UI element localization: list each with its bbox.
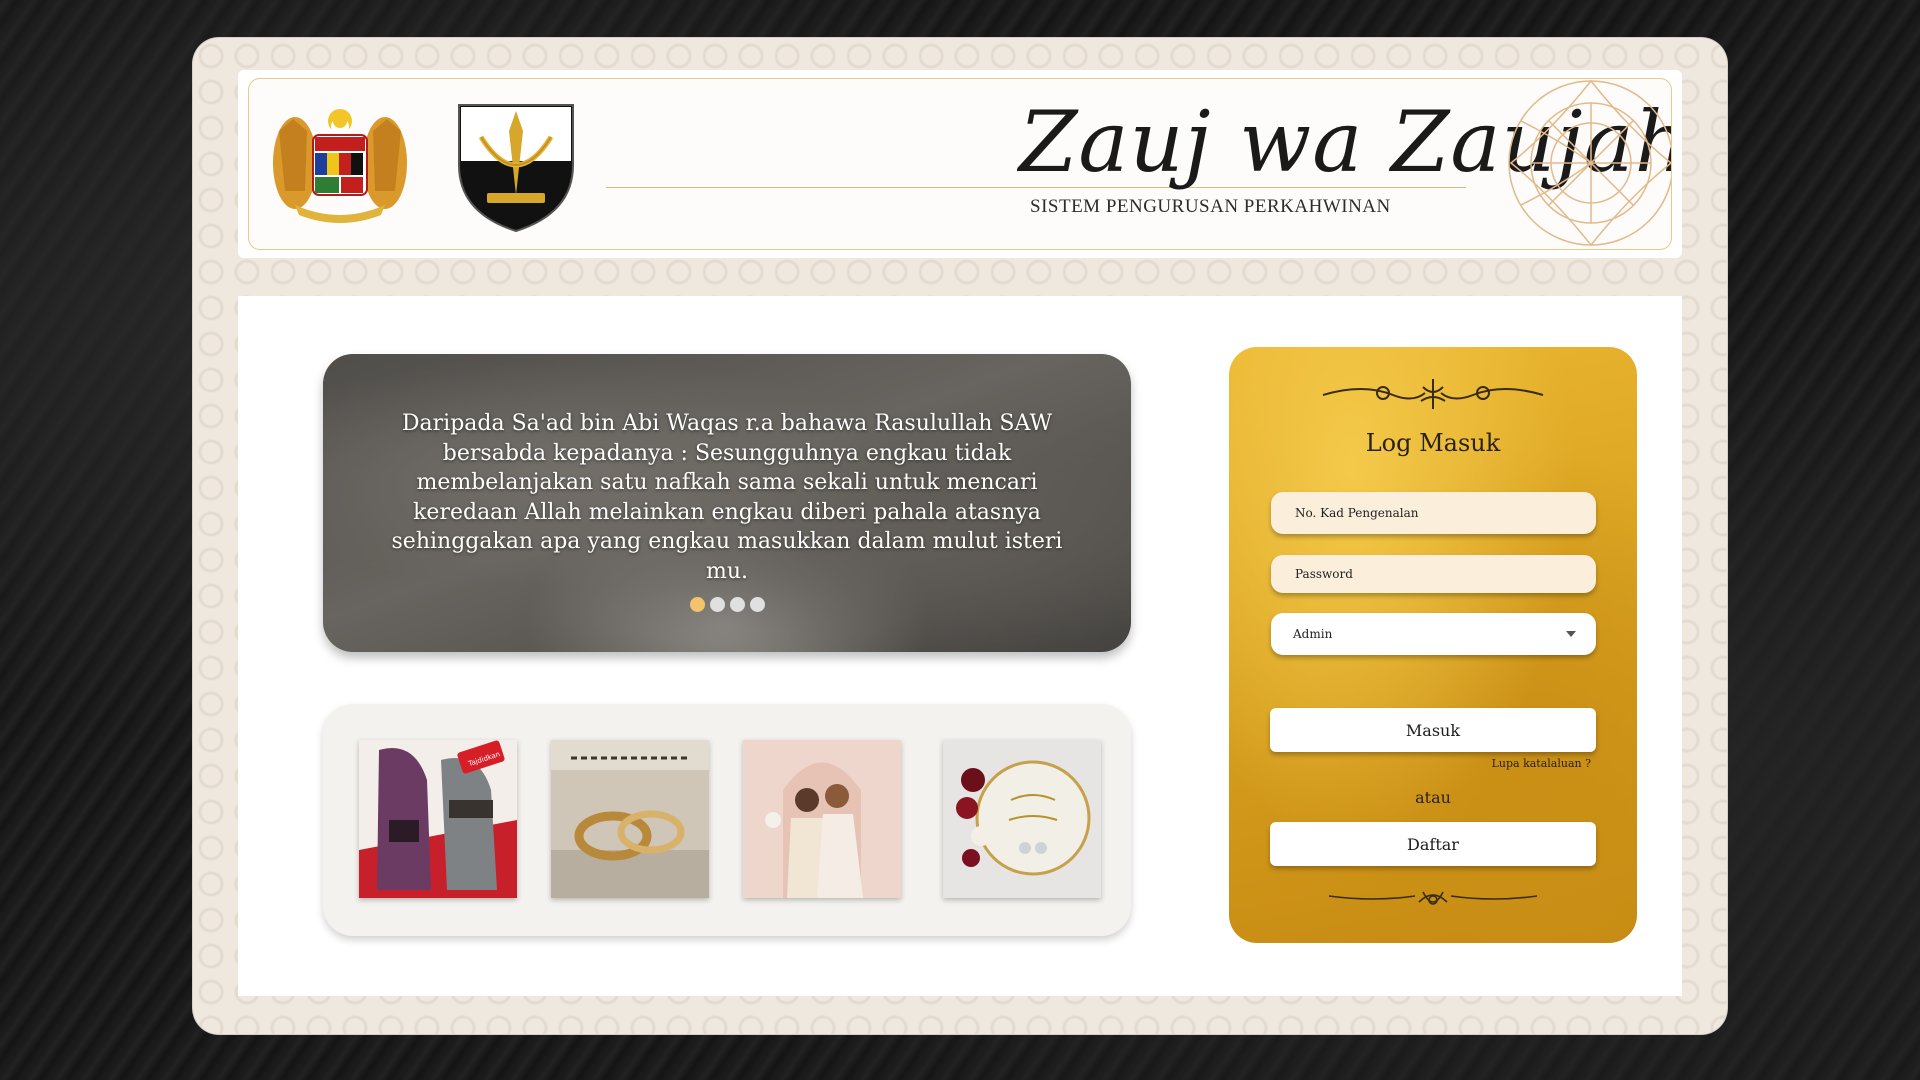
malaysia-coat-of-arms-icon (273, 109, 407, 223)
ic-number-field[interactable] (1271, 492, 1596, 534)
carousel-dot-3[interactable] (729, 597, 745, 612)
flourish-top-icon (1322, 379, 1544, 409)
hadith-carousel[interactable]: Daripada Sa'ad bin Abi Waqas r.a bahawa … (323, 354, 1131, 652)
carousel-dot-4[interactable] (749, 597, 765, 612)
login-panel: Log Masuk Admin Masuk Lupa katalaluan ? … (1229, 347, 1637, 943)
or-separator: atau (1415, 788, 1451, 807)
ic-number-input[interactable] (1293, 505, 1596, 521)
thumbnail-couple-illustration[interactable]: Tajdidkan (359, 740, 517, 898)
site-subtitle: SISTEM PENGURUSAN PERKAHWINAN (1030, 196, 1391, 217)
forgot-password-link[interactable]: Lupa katalaluan ? (1492, 757, 1591, 770)
carousel-dot-2[interactable] (709, 597, 725, 612)
carousel-quote: Daripada Sa'ad bin Abi Waqas r.a bahawa … (391, 411, 1063, 584)
header-banner: Zauj wa Zaujah SISTEM PENGURUSAN PERKAHW… (248, 78, 1672, 250)
carousel-indicators (323, 597, 1131, 612)
login-button[interactable]: Masuk (1270, 708, 1596, 752)
thumbnail-wedding-rings[interactable] (551, 740, 709, 898)
mandala-ornament-icon (1508, 79, 1671, 247)
login-title: Log Masuk (1365, 429, 1501, 457)
carousel-dot-1[interactable] (689, 597, 705, 612)
role-select-value: Admin (1293, 627, 1333, 641)
register-button[interactable]: Daftar (1270, 822, 1596, 866)
thumbnail-wedding-plaque[interactable] (943, 740, 1101, 898)
role-select[interactable]: Admin (1271, 613, 1596, 655)
chevron-down-icon (1566, 631, 1576, 637)
password-input[interactable] (1293, 566, 1596, 582)
site-header: Zauj wa Zaujah SISTEM PENGURUSAN PERKAHW… (238, 70, 1682, 258)
password-field[interactable] (1271, 555, 1596, 593)
thumbnail-bride-groom[interactable] (743, 740, 901, 898)
thumbnail-gallery: Tajdidkan (323, 704, 1131, 936)
flourish-bottom-icon (1328, 891, 1538, 905)
johor-state-crest-icon (458, 104, 574, 233)
